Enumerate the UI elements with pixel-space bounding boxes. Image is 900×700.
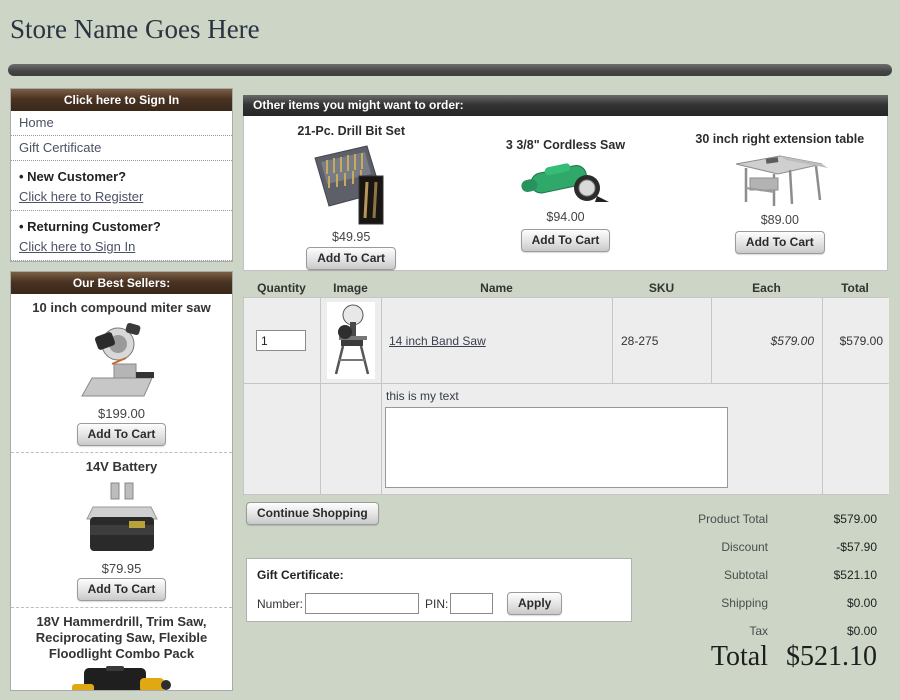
column-header-each: Each [711, 281, 822, 295]
cart-table-body: 14 inch Band Saw 28-275 $579.00 $579.00 … [243, 297, 888, 495]
note-textarea[interactable] [385, 407, 728, 488]
product-price: $89.00 [673, 213, 887, 227]
returning-customer-label: • Returning Customer? [11, 211, 232, 236]
add-to-cart-button[interactable]: Add To Cart [521, 229, 611, 252]
bestseller-item: 18V Hammerdrill, Trim Saw, Reciprocating… [11, 608, 232, 691]
promo-item: 3 3/8" Cordless Saw $94.00 Add To Cart [458, 116, 672, 270]
empty-cell [321, 384, 381, 494]
apply-button[interactable]: Apply [507, 592, 562, 615]
extension-table-image[interactable] [728, 148, 832, 210]
note-label: this is my text [386, 389, 459, 403]
promo-item: 21-Pc. Drill Bit Set [244, 116, 458, 270]
add-to-cart-button[interactable]: Add To Cart [77, 423, 167, 446]
column-header-quantity: Quantity [243, 281, 320, 295]
gift-number-label: Number: [257, 597, 303, 611]
bestsellers-box: Our Best Sellers: 10 inch compound miter… [10, 271, 233, 691]
total-value: $521.10 [768, 568, 877, 582]
total-value: $0.00 [768, 596, 877, 610]
new-customer-label: • New Customer? [11, 161, 232, 186]
add-to-cart-button[interactable]: Add To Cart [77, 578, 167, 601]
promo-box: Other items you might want to order: 21-… [243, 95, 888, 271]
product-name: 30 inch right extension table [673, 132, 887, 146]
gift-pin-input[interactable] [450, 593, 493, 614]
image-cell [321, 298, 381, 383]
totals-row: Product Total $579.00 [243, 505, 877, 533]
miter-saw-image[interactable] [74, 320, 170, 402]
page-title: Store Name Goes Here [10, 14, 260, 45]
total-label: Tax [243, 624, 768, 638]
product-price: $79.95 [15, 557, 228, 578]
grand-total-value: $521.10 [786, 641, 877, 673]
product-price: $49.95 [244, 230, 458, 244]
product-name: 18V Hammerdrill, Trim Saw, Reciprocating… [15, 612, 228, 666]
product-name-link[interactable]: 14 inch Band Saw [389, 334, 486, 348]
product-price: $94.00 [458, 210, 672, 224]
main-content: Other items you might want to order: 21-… [243, 95, 888, 660]
bestseller-item: 14V Battery $79.95 Add To Cart [11, 453, 232, 608]
total-label: Product Total [243, 512, 768, 526]
product-price: $199.00 [15, 402, 228, 423]
quantity-input[interactable] [256, 330, 306, 351]
column-header-name: Name [381, 281, 612, 295]
combo-pack-image[interactable] [62, 666, 182, 691]
column-header-image: Image [320, 281, 381, 295]
total-value: $0.00 [768, 624, 877, 638]
cart-table-header: Quantity Image Name SKU Each Total [243, 278, 888, 297]
sku-value: 28-275 [621, 334, 658, 348]
product-name: 10 inch compound miter saw [15, 298, 228, 320]
sidebar-item-home[interactable]: Home [11, 111, 232, 136]
total-value: $579.00 [768, 512, 877, 526]
total-cell: $579.00 [823, 298, 889, 383]
gift-pin-label: PIN: [425, 597, 448, 611]
band-saw-image[interactable] [327, 302, 375, 379]
column-header-total: Total [822, 281, 888, 295]
signin-box: Click here to Sign In Home Gift Certific… [10, 88, 233, 262]
sidebar: Click here to Sign In Home Gift Certific… [10, 88, 233, 700]
add-to-cart-button[interactable]: Add To Cart [735, 231, 825, 254]
bestseller-item: 10 inch compound miter saw $199.00 Add T… [11, 294, 232, 453]
gift-certificate-title: Gift Certificate: [257, 568, 344, 582]
signin-link[interactable]: Click here to Sign In [11, 236, 232, 261]
totals-row: Discount -$57.90 [243, 533, 877, 561]
total-label: Discount [243, 540, 768, 554]
name-cell: 14 inch Band Saw [382, 298, 612, 383]
cart-item-row: 14 inch Band Saw 28-275 $579.00 $579.00 [244, 298, 887, 383]
add-to-cart-button[interactable]: Add To Cart [306, 247, 396, 270]
sku-cell: 28-275 [613, 298, 711, 383]
grand-total-label: Total [711, 641, 768, 673]
product-name: 14V Battery [15, 457, 228, 479]
promo-body: 21-Pc. Drill Bit Set [243, 116, 888, 271]
cordless-saw-image[interactable] [517, 154, 613, 206]
promo-item: 30 inch right extension table $89.00 [673, 116, 887, 270]
header-divider-bar [8, 64, 892, 76]
empty-cell [244, 384, 320, 494]
each-cell: $579.00 [712, 298, 822, 383]
sidebar-item-gift-certificate[interactable]: Gift Certificate [11, 136, 232, 161]
gift-number-input[interactable] [305, 593, 419, 614]
promo-header: Other items you might want to order: [243, 95, 888, 116]
total-value: -$57.90 [768, 540, 877, 554]
drill-bit-set-image[interactable] [301, 140, 401, 228]
line-total: $579.00 [840, 334, 883, 348]
bestsellers-header: Our Best Sellers: [11, 272, 232, 294]
register-link[interactable]: Click here to Register [11, 186, 232, 211]
cart-note-row: this is my text [244, 384, 887, 494]
note-cell: this is my text [382, 384, 822, 494]
quantity-cell [244, 298, 320, 383]
product-name: 3 3/8" Cordless Saw [458, 138, 672, 152]
battery-image[interactable] [77, 479, 167, 557]
each-price: $579.00 [771, 334, 814, 348]
signin-header-button[interactable]: Click here to Sign In [11, 89, 232, 111]
gift-certificate-box: Gift Certificate: Number: PIN: Apply [246, 558, 632, 622]
empty-cell [823, 384, 889, 494]
product-name: 21-Pc. Drill Bit Set [244, 124, 458, 138]
shopping-cart-page: { "header": { "title": "Store Name Goes … [0, 0, 900, 660]
column-header-sku: SKU [612, 281, 711, 295]
